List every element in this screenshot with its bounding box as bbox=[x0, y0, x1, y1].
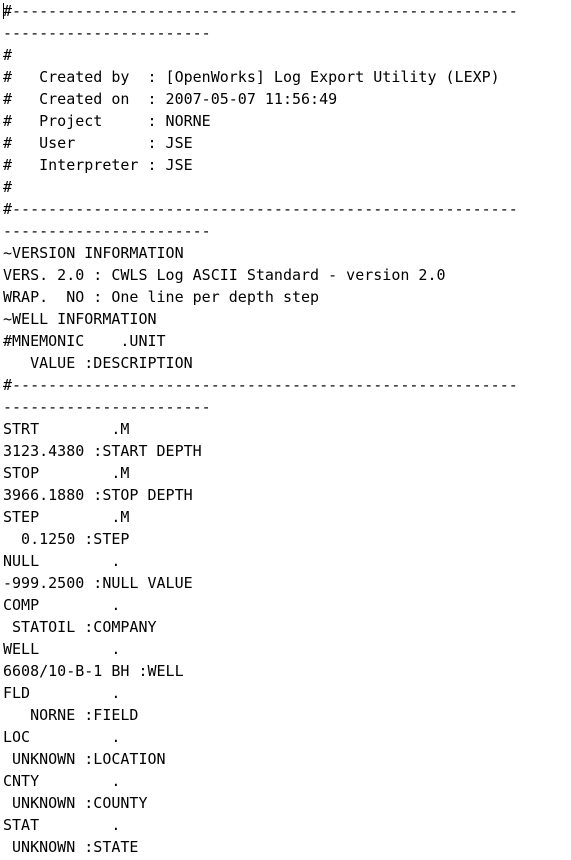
text-line: -999.2500 :NULL VALUE bbox=[3, 574, 193, 592]
text-line: VALUE :DESCRIPTION bbox=[3, 354, 193, 372]
text-line: UNKNOWN :COUNTY bbox=[3, 794, 148, 812]
text-line: # Created by : [OpenWorks] Log Export Ut… bbox=[3, 68, 500, 86]
text-line: CNTY . bbox=[3, 772, 121, 790]
text-content[interactable]: # ----------------------- ----------------… bbox=[3, 0, 518, 858]
text-line: #---------------------------------------… bbox=[3, 200, 518, 218]
text-line: COMP . bbox=[3, 596, 121, 614]
text-line: ~WELL INFORMATION bbox=[3, 310, 157, 328]
text-line: ----------------------- bbox=[3, 398, 211, 416]
text-line: 6608/10-B-1 BH :WELL bbox=[3, 662, 184, 680]
text-line: STAT . bbox=[3, 816, 121, 834]
text-line: FLD . bbox=[3, 684, 121, 702]
text-line: VERS. 2.0 : CWLS Log ASCII Standard - ve… bbox=[3, 266, 446, 284]
text-line: ----------------------- bbox=[3, 222, 211, 240]
text-line: 3123.4380 :START DEPTH bbox=[3, 442, 202, 460]
text-line: # Interpreter : JSE bbox=[3, 156, 193, 174]
text-line: #---------------------------------------… bbox=[3, 376, 518, 394]
text-line: UNKNOWN :STATE bbox=[3, 838, 139, 856]
text-line: STOP .M bbox=[3, 464, 130, 482]
text-line: # bbox=[3, 178, 13, 196]
text-line: #---------------------------------------… bbox=[3, 2, 518, 20]
text-line: # bbox=[3, 46, 13, 64]
text-line: WRAP. NO : One line per depth step bbox=[3, 288, 320, 306]
text-line: NULL . bbox=[3, 552, 121, 570]
text-line: # Project : NORNE bbox=[3, 112, 211, 130]
text-line: WELL . bbox=[3, 640, 121, 658]
text-line: 0.1250 :STEP bbox=[3, 530, 130, 548]
text-line: ----------------------- bbox=[3, 24, 211, 42]
text-line: # Created on : 2007-05-07 11:56:49 bbox=[3, 90, 338, 108]
text-line: # User : JSE bbox=[3, 134, 193, 152]
text-editor[interactable]: # ----------------------- ----------------… bbox=[0, 0, 571, 860]
text-line: 3966.1880 :STOP DEPTH bbox=[3, 486, 193, 504]
text-line: NORNE :FIELD bbox=[3, 706, 139, 724]
text-line: LOC . bbox=[3, 728, 121, 746]
text-line: STEP .M bbox=[3, 508, 130, 526]
text-line: UNKNOWN :LOCATION bbox=[3, 750, 166, 768]
text-line: STATOIL :COMPANY bbox=[3, 618, 157, 636]
text-line: #MNEMONIC .UNIT bbox=[3, 332, 166, 350]
text-line: STRT .M bbox=[3, 420, 130, 438]
text-line: ~VERSION INFORMATION bbox=[3, 244, 184, 262]
